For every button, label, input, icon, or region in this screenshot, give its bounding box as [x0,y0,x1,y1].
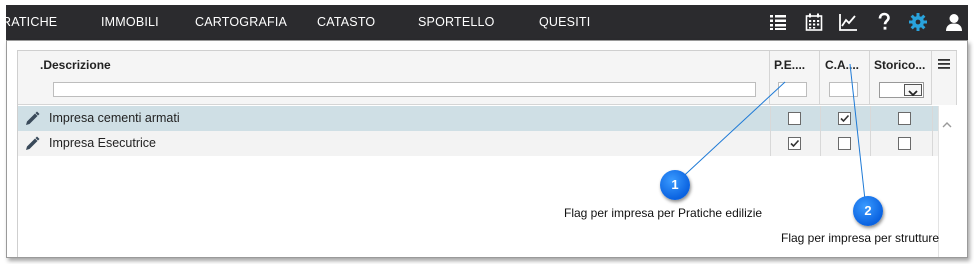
callout-badge-1: 1 [660,170,690,200]
callout-text-1: Flag per impresa per Pratiche edilizie [564,206,763,220]
callout-leader-lines [674,63,867,210]
callout-badge-2: 2 [853,196,883,226]
callout-text-2: Flag per impresa per strutture [781,231,940,245]
